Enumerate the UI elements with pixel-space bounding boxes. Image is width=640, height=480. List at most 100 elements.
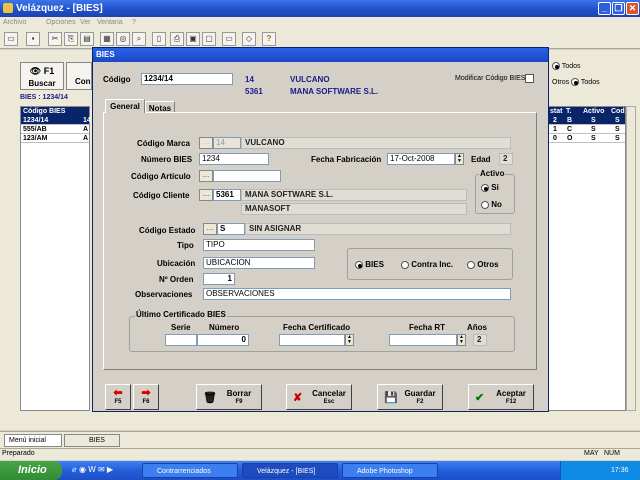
cert-serie-field[interactable] [165,334,197,346]
radio-otros[interactable]: Otros [467,260,499,269]
estado-picker-button[interactable]: … [203,223,217,235]
radio-contra-inc[interactable]: Contra Inc. [401,260,453,269]
table-row[interactable]: 555/AB A [21,125,89,134]
cert-fecha-rt-field[interactable] [389,334,457,346]
tipo-field[interactable]: TIPO [203,239,315,251]
articulo-picker-button[interactable]: … [199,170,213,182]
table-row[interactable]: 123/AM A [21,134,89,143]
tipo-label: Tipo [177,241,194,250]
save-icon[interactable]: ▪ [26,32,40,46]
codigo-id1: 14 [245,75,254,84]
fecha-fab-label: Fecha Fabricación [311,155,382,164]
next-button[interactable]: ➡ F6 [133,384,159,410]
page-setup-icon[interactable]: ▢ [202,32,216,46]
cancelar-button[interactable]: ✘ Cancelar Esc [286,384,352,410]
estado-field[interactable]: S [217,223,245,235]
radio-icon [481,200,489,209]
marca-field[interactable]: 14 [213,137,241,149]
copy-icon[interactable]: ⎘ [64,32,78,46]
eraser-icon[interactable]: ◇ [242,32,256,46]
filter-todos-1[interactable]: Todos [552,62,581,70]
floppy-icon: 💾 [384,392,398,404]
find-icon[interactable]: ◎ [116,32,130,46]
table-row[interactable]: 2BSS [549,116,625,125]
table-row[interactable]: 1CSS [549,125,625,134]
orden-field[interactable]: 1 [203,273,235,285]
cliente-picker-button[interactable]: … [199,189,213,201]
cut-icon[interactable]: ✂ [48,32,62,46]
aceptar-button[interactable]: ✔ Aceptar F12 [468,384,534,410]
cert-fecha-rt-label: Fecha RT [409,323,446,332]
borrar-button[interactable]: 🗑 Borrar F9 [196,384,262,410]
help-icon[interactable]: ? [262,32,276,46]
task-photoshop[interactable]: Adobe Photoshop [342,463,438,478]
grid-icon[interactable]: ▦ [100,32,114,46]
status-text: Preparado [2,450,35,457]
activo-label: Activo [479,169,506,178]
numero-field[interactable]: 1234 [199,153,269,165]
open-icon[interactable]: ▭ [4,32,18,46]
page-icon[interactable]: ▯ [152,32,166,46]
binoculars-icon: 👁 [29,66,42,76]
orden-label: Nº Orden [159,275,194,284]
menu-opciones[interactable]: Opciones [46,19,76,26]
menu-ventana[interactable]: Ventana [97,19,123,26]
codigo-name2: MANA SOFTWARE S.L. [290,87,379,96]
toolbar: ▭ ▪ ✂ ⎘ ▤ ▦ ◎ ⌕ ▯ ⎙ ▣ ▢ ▭ ◇ ? [0,29,640,49]
paste-icon[interactable]: ▤ [80,32,94,46]
activo-no-radio[interactable]: No [481,200,502,209]
word-icon[interactable]: W [88,465,96,474]
tab-general[interactable]: General [105,99,145,113]
ie-icon[interactable]: ℯ [72,465,77,474]
cert-numero-field[interactable]: 0 [197,334,249,346]
cert-fecha-spinner[interactable]: ▲ ▼ [345,334,354,346]
fecha-fab-field[interactable]: 17-Oct-2008 [387,153,455,165]
modificar-checkbox[interactable] [525,74,534,83]
prev-button[interactable]: ⬅ F5 [105,384,131,410]
consultar-button[interactable]: Con [66,62,92,90]
print-icon[interactable]: ⎙ [170,32,184,46]
articulo-field[interactable] [213,170,281,182]
filter-otros-todos[interactable]: Otros Todos [552,78,600,86]
tab-menu-inicial[interactable]: Menú inicial [4,434,62,447]
table-row[interactable]: 0OSS [549,134,625,143]
minimize-button[interactable]: _ [598,2,611,15]
estado-name: SIN ASIGNAR [245,223,511,235]
ubicacion-label: Ubicación [157,259,196,268]
menu-help[interactable]: ? [132,19,136,26]
media-icon[interactable]: ▶ [107,465,113,474]
tab-bies[interactable]: BIES [64,434,120,447]
monitor-icon[interactable]: ▭ [222,32,236,46]
ubicacion-field[interactable]: UBICACION [203,257,315,269]
radio-bies[interactable]: BIES [355,260,384,269]
menu-bar: Archivo Opciones Ver Ventana ? [0,17,640,29]
vertical-scrollbar[interactable] [626,106,636,411]
close-button[interactable]: ✕ [626,2,639,15]
mail-icon[interactable]: ✉ [98,465,105,474]
firefox-icon[interactable]: ◉ [79,465,86,474]
zoom-icon[interactable]: ⌕ [132,32,146,46]
activo-si-radio[interactable]: Si [481,183,499,192]
cert-fecha-field[interactable] [279,334,345,346]
table-row[interactable]: 1234/14 14 [21,116,91,125]
task-velazquez[interactable]: Velázquez - [BIES] [242,463,338,478]
search-button[interactable]: 👁 F1 Buscar [20,62,64,90]
guardar-button[interactable]: 💾 Guardar F2 [377,384,443,410]
cert-fecha-rt-spinner[interactable]: ▲ ▼ [457,334,466,346]
restore-button[interactable]: ❐ [612,2,625,15]
app-icon [3,3,13,13]
fecha-fab-spinner[interactable]: ▲ ▼ [455,153,464,165]
cliente-field[interactable]: 5361 [213,189,241,201]
marca-picker-button[interactable]: … [199,137,213,149]
grid-header: Código BIES [21,107,89,116]
obs-field[interactable]: OBSERVACIONES [203,288,511,300]
radio-icon [355,260,363,269]
task-contrarrenciados[interactable]: Contrarrenciados [142,463,238,478]
menu-archivo[interactable]: Archivo [3,19,26,26]
start-button[interactable]: Inicio [0,461,62,480]
menu-ver[interactable]: Ver [80,19,91,26]
codigo-field[interactable]: 1234/14 [141,73,233,85]
cert-serie-label: Serie [171,323,191,332]
cert-anos-value: 2 [473,334,487,346]
preview-icon[interactable]: ▣ [186,32,200,46]
